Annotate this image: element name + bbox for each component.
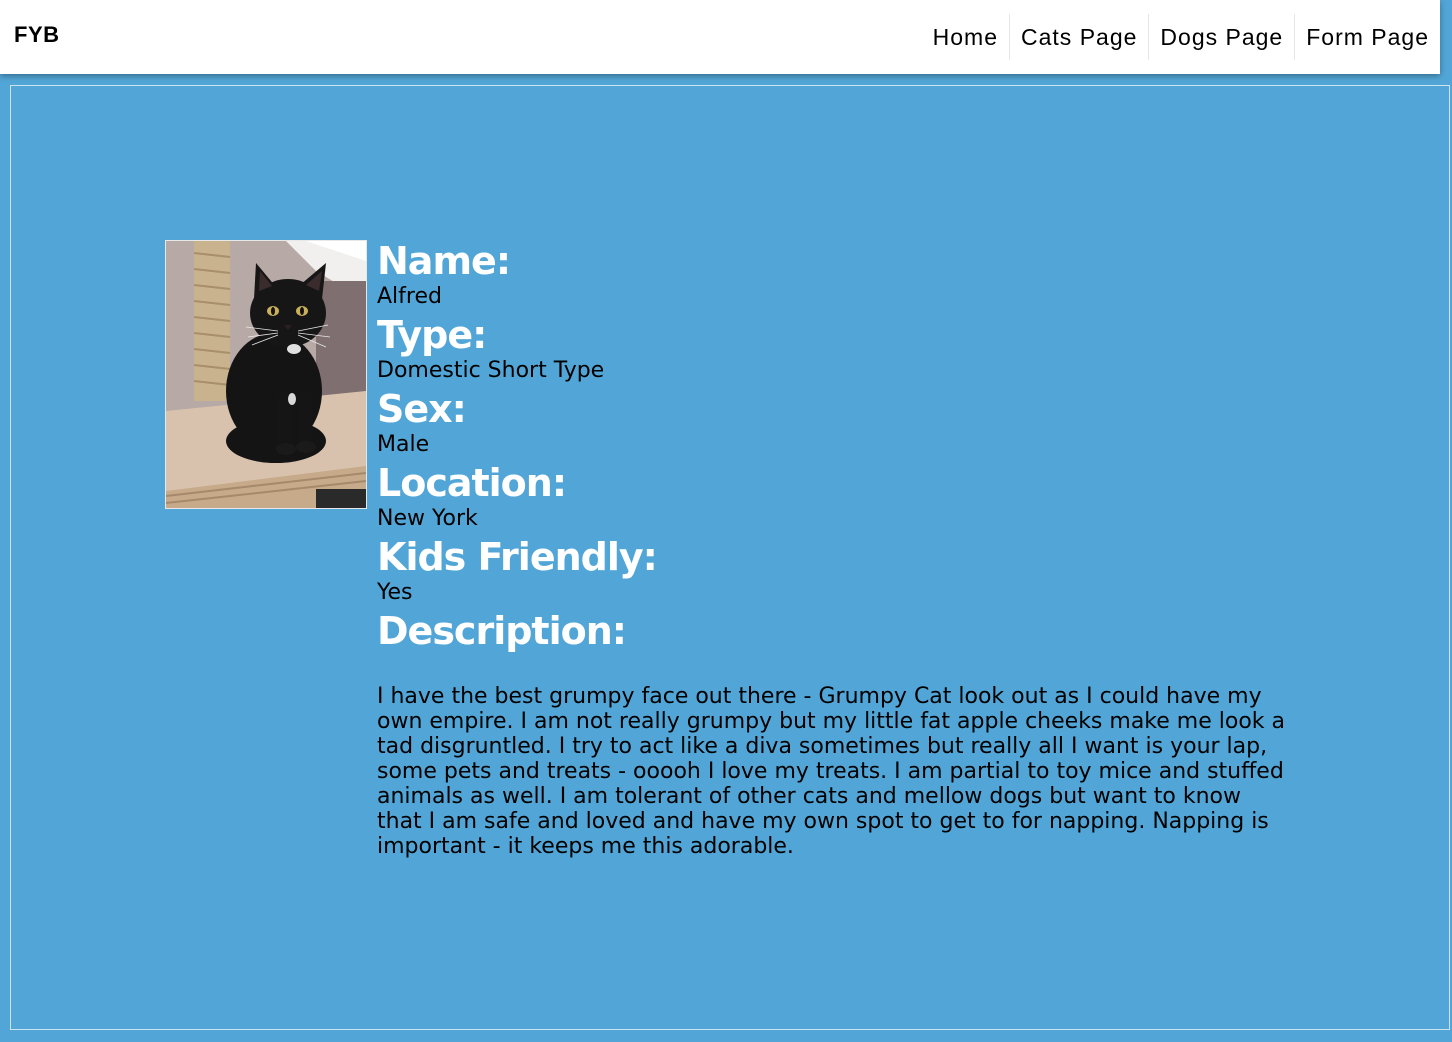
pet-details: Name: Alfred Type: Domestic Short Type S… bbox=[377, 238, 1297, 859]
cat-photo bbox=[165, 240, 367, 509]
nav-link-home[interactable]: Home bbox=[922, 14, 1009, 60]
name-value: Alfred bbox=[377, 284, 442, 309]
brand-logo[interactable]: FYB bbox=[14, 22, 60, 48]
name-label: Name: bbox=[377, 239, 511, 283]
description-text: I have the best grumpy face out there - … bbox=[377, 684, 1285, 859]
description-label: Description: bbox=[377, 609, 627, 653]
type-label: Type: bbox=[377, 313, 487, 357]
nav-link-dogs[interactable]: Dogs Page bbox=[1148, 14, 1294, 60]
location-label: Location: bbox=[377, 461, 567, 505]
location-value: New York bbox=[377, 506, 478, 531]
type-value: Domestic Short Type bbox=[377, 358, 605, 383]
sex-label: Sex: bbox=[377, 387, 467, 431]
nav-links: Home Cats Page Dogs Page Form Page bbox=[922, 14, 1440, 60]
nav-link-cats[interactable]: Cats Page bbox=[1009, 14, 1148, 60]
nav-link-form[interactable]: Form Page bbox=[1294, 14, 1440, 60]
cat-photo-icon bbox=[166, 241, 366, 508]
sex-value: Male bbox=[377, 432, 430, 457]
kids-friendly-label: Kids Friendly: bbox=[377, 535, 658, 579]
kids-friendly-value: Yes bbox=[377, 580, 413, 605]
navbar: FYB Home Cats Page Dogs Page Form Page bbox=[0, 0, 1440, 74]
